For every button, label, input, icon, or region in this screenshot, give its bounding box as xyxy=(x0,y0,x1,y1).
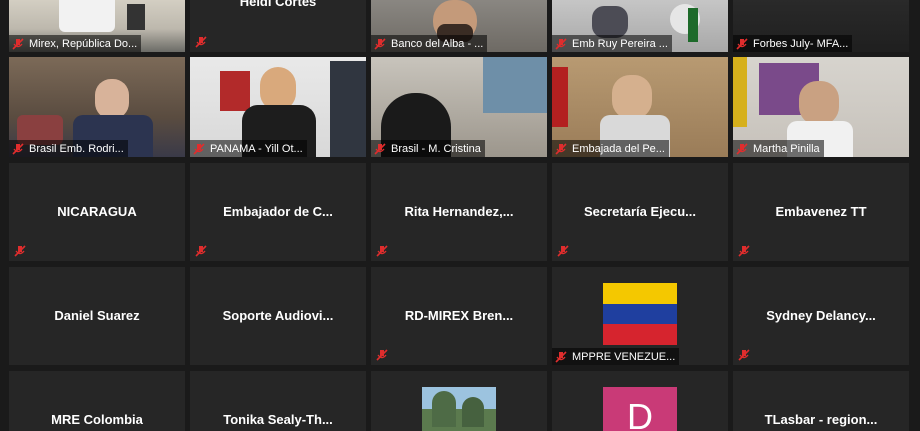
participant-namebar: MPPRE VENEZUE... xyxy=(552,348,680,365)
participant-tile-sydney-delancy[interactable]: Sydney Delancy... xyxy=(733,267,909,365)
participant-tile-embajador-de-c[interactable]: Embajador de C... xyxy=(190,163,366,261)
participant-tile-emb-ruy-pereira[interactable]: Emb Ruy Pereira ... xyxy=(552,0,728,52)
participant-name: RD-MIREX Bren... xyxy=(404,308,514,323)
participant-name: Banco del Alba - ... xyxy=(391,37,484,50)
participant-name: PANAMA - Yill Ot... xyxy=(210,142,303,155)
participant-name: Forbes July- MFA... xyxy=(753,37,849,50)
muted-microphone-icon xyxy=(554,37,568,51)
venezuela-flag-avatar-icon xyxy=(603,283,677,345)
participant-namebar: Forbes July- MFA... xyxy=(733,35,853,52)
participant-name: Sydney Delancy... xyxy=(766,308,876,323)
participant-name: Brasil - M. Cristina xyxy=(391,142,481,155)
muted-microphone-icon xyxy=(554,142,568,156)
participant-name: Mirex, República Do... xyxy=(29,37,138,50)
participant-tile-tlasbar[interactable]: TLasbar - region... xyxy=(733,371,909,431)
participant-tile-heidi-cortes[interactable]: Heidi Cortes xyxy=(190,0,366,52)
participant-name: Rita Hernandez,... xyxy=(404,204,514,219)
muted-microphone-icon xyxy=(554,350,568,364)
participant-tile-mirex[interactable]: Mirex, República Do... xyxy=(9,0,185,52)
participant-tile-banco-del-alba[interactable]: Banco del Alba - ... xyxy=(371,0,547,52)
participant-tile-rita-hernandez[interactable]: Rita Hernandez,... xyxy=(371,163,547,261)
landscape-avatar-icon xyxy=(422,387,496,431)
participant-name: MPPRE VENEZUE... xyxy=(572,350,676,363)
participant-name: Daniel Suarez xyxy=(54,308,140,323)
participant-name: Embajador de C... xyxy=(223,204,333,219)
participant-tile-martha-pinilla[interactable]: Martha Pinilla xyxy=(733,57,909,157)
participant-tile-panama[interactable]: PANAMA - Yill Ot... xyxy=(190,57,366,157)
participant-name: Heidi Cortes xyxy=(239,0,317,9)
participant-namebar: Brasil Emb. Rodri... xyxy=(9,140,128,157)
participant-name: Embavenez TT xyxy=(775,204,867,219)
participant-tile-brasil-m-cristina[interactable]: Brasil - M. Cristina xyxy=(371,57,547,157)
muted-microphone-icon xyxy=(735,142,749,156)
participant-namebar: PANAMA - Yill Ot... xyxy=(190,140,307,157)
participant-tile-embajada-del-pe[interactable]: Embajada del Pe... xyxy=(552,57,728,157)
participant-tile-daniel-suarez[interactable]: Daniel Suarez xyxy=(9,267,185,365)
participant-namebar: Brasil - M. Cristina xyxy=(371,140,485,157)
participant-namebar: Banco del Alba - ... xyxy=(371,35,488,52)
participant-tile-avatar-d[interactable]: D xyxy=(552,371,728,431)
participant-name: Secretaría Ejecu... xyxy=(583,204,696,219)
participant-namebar: Mirex, República Do... xyxy=(9,35,142,52)
participant-name: Embajada del Pe... xyxy=(572,142,665,155)
participant-tile-soporte-audiovi[interactable]: Soporte Audiovi... xyxy=(190,267,366,365)
muted-microphone-icon xyxy=(11,142,25,156)
participant-tile-forbes-july[interactable]: Forbes July- MFA... xyxy=(733,0,909,52)
participant-namebar: Embajada del Pe... xyxy=(552,140,669,157)
muted-microphone-icon xyxy=(375,244,389,258)
participant-name: NICARAGUA xyxy=(57,204,137,219)
participant-tile-mre-colombia[interactable]: MRE Colombia xyxy=(9,371,185,431)
muted-microphone-icon xyxy=(13,244,27,258)
muted-microphone-icon xyxy=(192,142,206,156)
muted-microphone-icon xyxy=(737,244,751,258)
muted-microphone-icon xyxy=(194,35,208,49)
muted-microphone-icon xyxy=(735,37,749,51)
muted-microphone-icon xyxy=(11,37,25,51)
participant-name: Soporte Audiovi... xyxy=(222,308,334,323)
participant-tile-nicaragua[interactable]: NICARAGUA xyxy=(9,163,185,261)
muted-microphone-icon xyxy=(373,37,387,51)
participant-tile-tonika-sealy[interactable]: Tonika Sealy-Th... xyxy=(190,371,366,431)
muted-microphone-icon xyxy=(375,348,389,362)
gallery-grid: Mirex, República Do... Heidi Cortes Banc… xyxy=(0,0,920,431)
participant-tile-landscape[interactable] xyxy=(371,371,547,431)
participant-name: Martha Pinilla xyxy=(753,142,820,155)
participant-tile-rd-mirex-bren[interactable]: RD-MIREX Bren... xyxy=(371,267,547,365)
participant-name: Emb Ruy Pereira ... xyxy=(572,37,668,50)
participant-tile-secretaria-ejecu[interactable]: Secretaría Ejecu... xyxy=(552,163,728,261)
muted-microphone-icon xyxy=(737,348,751,362)
participant-tile-embavenez-tt[interactable]: Embavenez TT xyxy=(733,163,909,261)
participant-namebar: Martha Pinilla xyxy=(733,140,824,157)
participant-tile-brasil-emb-rodri[interactable]: Brasil Emb. Rodri... xyxy=(9,57,185,157)
participant-name: Brasil Emb. Rodri... xyxy=(29,142,124,155)
participant-tile-mppre-venezuela[interactable]: MPPRE VENEZUE... xyxy=(552,267,728,365)
avatar: D xyxy=(603,387,677,431)
muted-microphone-icon xyxy=(556,244,570,258)
participant-namebar: Emb Ruy Pereira ... xyxy=(552,35,672,52)
muted-microphone-icon xyxy=(373,142,387,156)
muted-microphone-icon xyxy=(194,244,208,258)
